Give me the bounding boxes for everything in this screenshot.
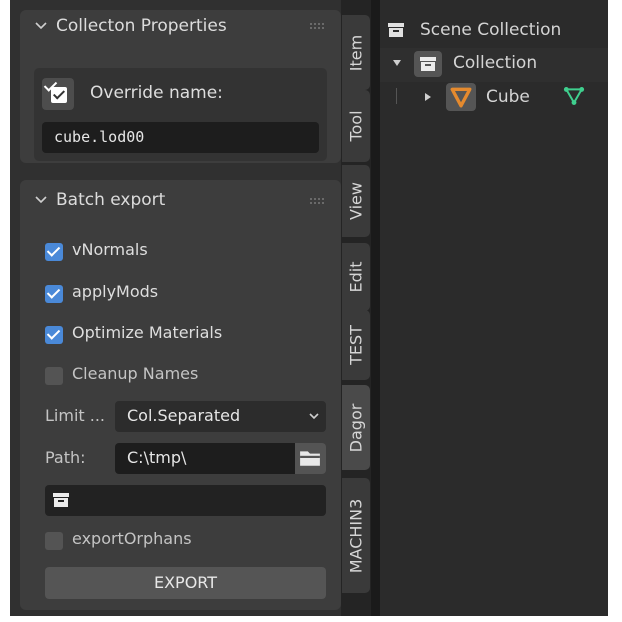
scene-collection-label: Scene Collection bbox=[420, 20, 562, 40]
tab-edit[interactable]: Edit bbox=[342, 243, 370, 311]
panel-title: Collecton Properties bbox=[56, 16, 227, 36]
tab-machin3[interactable]: MACHIN3 bbox=[342, 478, 370, 593]
collection-label: Collection bbox=[453, 53, 538, 73]
blender-window: Collecton Properties Override name: cube… bbox=[10, 0, 608, 616]
tab-item[interactable]: Item bbox=[342, 15, 370, 90]
outliner-row-scene[interactable]: Scene Collection bbox=[380, 14, 608, 48]
folder-icon bbox=[300, 451, 320, 466]
vnormals-checkbox[interactable] bbox=[45, 243, 63, 261]
outliner: Scene Collection Collection Cube bbox=[380, 0, 608, 616]
sidebar-panel: Collecton Properties Override name: cube… bbox=[10, 0, 341, 616]
cube-label: Cube bbox=[486, 87, 530, 107]
cleanup-names-checkbox[interactable] bbox=[45, 367, 63, 385]
expand-arrow-icon[interactable] bbox=[392, 58, 402, 68]
collection-icon bbox=[414, 51, 442, 77]
browse-folder-button[interactable] bbox=[295, 443, 326, 474]
tab-view[interactable]: View bbox=[342, 165, 370, 237]
outliner-row-collection[interactable]: Collection bbox=[380, 48, 608, 82]
scene-collection-icon bbox=[388, 23, 404, 37]
chevron-down-icon bbox=[309, 413, 319, 420]
export-orphans-checkbox[interactable] bbox=[45, 532, 63, 550]
override-name-checkbox[interactable] bbox=[42, 78, 74, 110]
outliner-row-cube[interactable]: Cube bbox=[380, 82, 608, 116]
optimize-materials-checkbox[interactable] bbox=[45, 326, 63, 344]
limit-label: Limit ... bbox=[45, 406, 106, 425]
collection-properties-header[interactable]: Collecton Properties bbox=[20, 10, 341, 44]
vnormals-label: vNormals bbox=[72, 240, 148, 259]
drag-handle-icon[interactable] bbox=[309, 197, 325, 205]
tree-line bbox=[396, 88, 397, 104]
drag-handle-icon[interactable] bbox=[309, 22, 325, 30]
batch-export-panel: Batch export vNormals applyMods Optimize… bbox=[20, 180, 341, 610]
mesh-data-icon[interactable] bbox=[563, 85, 585, 107]
export-button[interactable]: EXPORT bbox=[45, 567, 326, 599]
chevron-down-icon bbox=[35, 196, 47, 204]
panel-title: Batch export bbox=[56, 190, 166, 210]
area-divider[interactable] bbox=[371, 0, 380, 616]
applymods-label: applyMods bbox=[72, 282, 159, 301]
override-name-label: Override name: bbox=[90, 83, 223, 103]
applymods-checkbox[interactable] bbox=[45, 285, 63, 303]
tab-tool[interactable]: Tool bbox=[342, 90, 370, 162]
collection-box-icon bbox=[53, 493, 69, 507]
expand-arrow-icon[interactable] bbox=[423, 92, 433, 102]
cleanup-names-label: Cleanup Names bbox=[72, 364, 199, 383]
tab-dagor[interactable]: Dagor bbox=[342, 385, 370, 470]
batch-export-header[interactable]: Batch export bbox=[20, 180, 341, 214]
object-icon bbox=[446, 83, 476, 111]
path-field[interactable]: C:\tmp\ bbox=[115, 443, 295, 474]
collection-properties-panel: Collecton Properties Override name: cube… bbox=[20, 10, 341, 163]
override-name-field[interactable]: cube.lod00 bbox=[42, 122, 319, 153]
tab-test[interactable]: TEST bbox=[342, 310, 370, 380]
export-orphans-label: exportOrphans bbox=[72, 529, 192, 548]
optimize-materials-label: Optimize Materials bbox=[72, 323, 223, 342]
limit-dropdown[interactable]: Col.Separated bbox=[115, 401, 326, 432]
path-label: Path: bbox=[45, 448, 86, 467]
sidebar-tabs: Item Tool View Edit TEST Dagor MACHIN3 bbox=[341, 0, 371, 616]
collection-field[interactable] bbox=[45, 485, 326, 516]
chevron-down-icon bbox=[35, 22, 47, 30]
